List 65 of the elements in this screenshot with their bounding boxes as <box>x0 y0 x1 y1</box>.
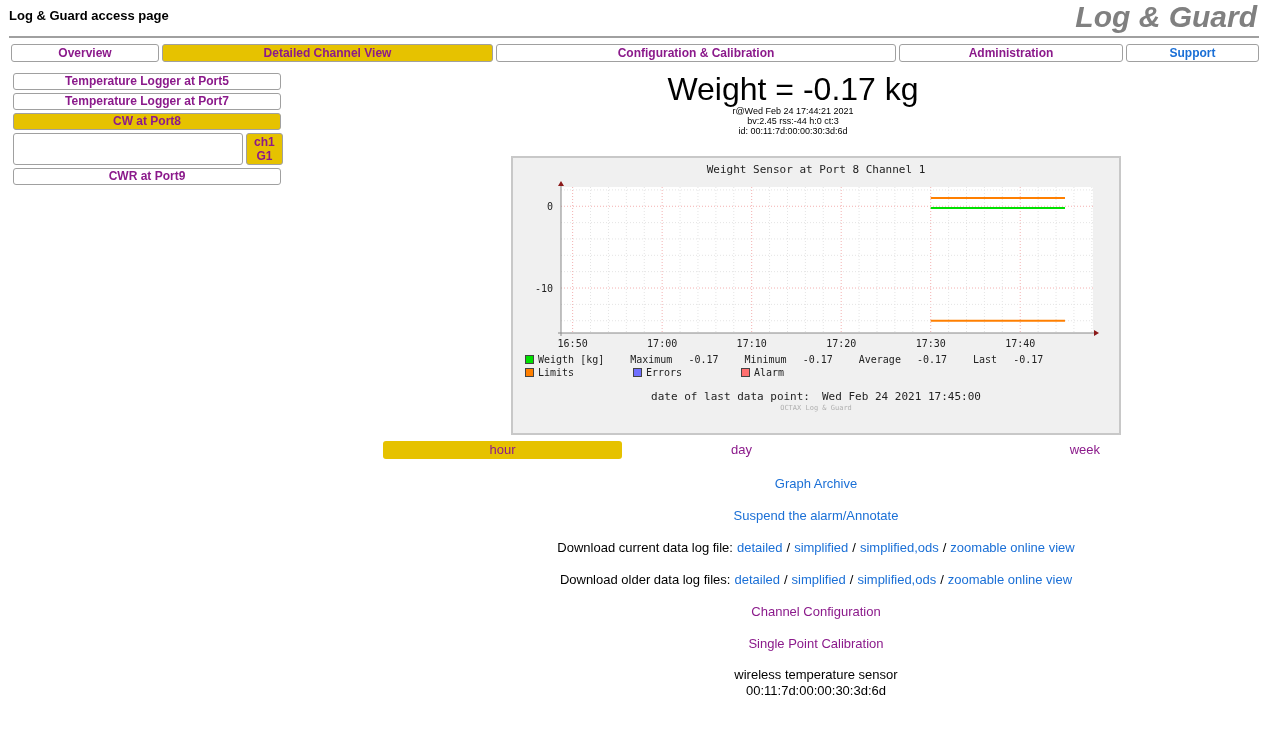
x-tick-label: 17:40 <box>1005 337 1036 349</box>
download-label: Download current data log file: <box>557 539 733 557</box>
nav-tab[interactable]: Support <box>1126 44 1259 62</box>
nav-tab[interactable]: Overview <box>11 44 159 62</box>
page-link[interactable]: Graph Archive <box>774 475 858 493</box>
download-label: Download older data log files: <box>559 571 731 589</box>
weight-reading: Weight = -0.17 kg <box>667 72 919 106</box>
separator: / <box>849 571 854 589</box>
download-link[interactable]: simplified,ods <box>857 571 937 589</box>
download-link[interactable]: simplified <box>791 571 846 589</box>
x-tick-label: 17:10 <box>736 337 767 349</box>
legend-label: Weigth [kg] <box>538 353 605 366</box>
download-link[interactable]: simplified <box>794 539 849 557</box>
legend-label: Limits <box>538 366 575 379</box>
legend-swatch <box>525 355 534 364</box>
nav-tab[interactable]: Detailed Channel View <box>162 44 493 62</box>
download-link[interactable]: detailed <box>734 571 780 589</box>
download-link[interactable]: simplified,ods <box>859 539 939 557</box>
stat-value: -0.17 <box>688 353 719 366</box>
page-link[interactable]: Single Point Calibration <box>748 635 884 653</box>
download-link[interactable]: zoomable online view <box>950 539 1075 557</box>
sensor-info: 00:11:7d:00:00:30:3d:6d <box>746 683 886 699</box>
nav-tab[interactable]: Configuration & Calibration <box>496 44 896 62</box>
x-tick-label: 17:00 <box>647 337 678 349</box>
download-link[interactable]: detailed <box>736 539 783 557</box>
chart-title: Weight Sensor at Port 8 Channel 1 <box>706 162 926 178</box>
separator: / <box>942 539 947 557</box>
legend-swatch <box>525 368 534 377</box>
page-title: Log & Guard access page <box>9 7 169 25</box>
period-tab[interactable]: hour <box>383 441 622 459</box>
device-button[interactable]: CW at Port8 <box>13 113 281 130</box>
stat-value: -0.17 <box>802 353 833 366</box>
stat-label: Maximum <box>630 353 673 366</box>
reading-detail: bv:2.45 rss:-44 h:0 ct:3 <box>747 116 839 126</box>
separator: / <box>786 539 791 557</box>
nav-tab[interactable]: Administration <box>899 44 1123 62</box>
page-link[interactable]: Suspend the alarm/Annotate <box>733 507 899 525</box>
download-link[interactable]: zoomable online view <box>947 571 1073 589</box>
device-button[interactable]: Temperature Logger at Port5 <box>13 73 281 90</box>
period-tab[interactable]: day <box>622 441 861 459</box>
stat-label: Last <box>973 353 998 366</box>
y-tick-label: 0 <box>546 200 553 212</box>
separator: / <box>852 539 856 557</box>
separator: / <box>940 571 944 589</box>
separator: / <box>784 571 788 589</box>
stat-value: -0.17 <box>916 353 948 366</box>
last-point-value: Wed Feb 24 2021 17:45:00 <box>822 388 981 404</box>
y-tick-label: -10 <box>534 282 553 294</box>
legend-label: Errors <box>646 366 683 379</box>
sensor-info: wireless temperature sensor <box>734 667 898 683</box>
x-tick-label: 16:50 <box>557 337 588 349</box>
x-tick-label: 17:20 <box>826 337 857 349</box>
device-button[interactable]: CWR at Port9 <box>13 168 281 185</box>
reading-detail: r@Wed Feb 24 17:44:21 2021 <box>732 106 854 116</box>
page-link[interactable]: Channel Configuration <box>751 603 881 621</box>
last-point-label: date of last data point: <box>651 388 810 404</box>
device-button[interactable]: Temperature Logger at Port7 <box>13 93 281 110</box>
period-tab[interactable]: week <box>861 441 1100 459</box>
x-tick-label: 17:30 <box>915 337 946 349</box>
legend-label: Alarm <box>754 366 785 379</box>
stat-value: -0.17 <box>1013 353 1044 366</box>
channel-button[interactable]: ch1 G1 <box>245 133 283 165</box>
reading-detail: id: 00:11:7d:00:00:30:3d:6d <box>738 126 848 136</box>
stat-label: Average <box>858 353 901 366</box>
stat-label: Minimum <box>744 353 787 366</box>
